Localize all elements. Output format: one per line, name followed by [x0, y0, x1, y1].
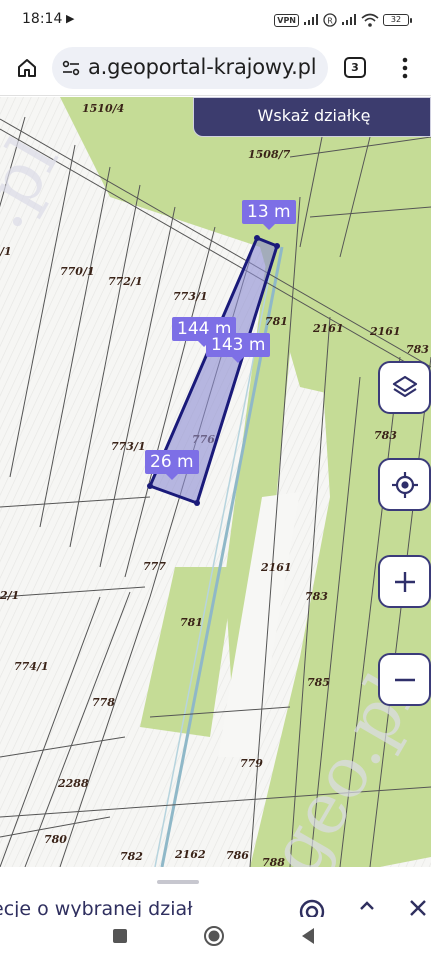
back-icon[interactable]: [300, 927, 316, 945]
parcel-label: 781: [180, 616, 203, 629]
battery-icon: 32: [383, 14, 412, 26]
parcel-label: 2161: [369, 325, 401, 338]
browser-toolbar: a.geoportal-krajowy.pl 3: [0, 40, 431, 96]
status-indicators: VPN R 32: [274, 11, 412, 29]
roaming-icon: R: [323, 13, 337, 27]
home-circle-icon[interactable]: [203, 925, 225, 947]
parcel-label: 778: [92, 696, 115, 709]
parcel-label: 772/1: [108, 275, 143, 288]
zoom-in-button[interactable]: [378, 555, 431, 608]
parcel-label: 785: [307, 676, 330, 689]
parcel-label: 781: [265, 315, 288, 328]
home-icon: [18, 59, 36, 77]
address-bar[interactable]: a.geoportal-krajowy.pl: [52, 47, 328, 89]
sheet-title: ecje o wybranej dział: [0, 898, 193, 917]
recent-apps-icon[interactable]: [112, 928, 128, 944]
parcel-label: 1510/4: [82, 102, 124, 115]
overflow-menu-icon: [402, 57, 408, 79]
signal-icon: [304, 14, 318, 25]
target-icon[interactable]: [297, 897, 327, 917]
measure-label-top: 13 m: [242, 200, 296, 230]
wifi-icon: [361, 13, 379, 27]
sheet-drag-handle[interactable]: [157, 880, 199, 884]
home-button[interactable]: [12, 53, 42, 83]
my-location-icon: [391, 471, 418, 498]
parcel-label: 782: [120, 850, 143, 863]
layers-button[interactable]: [378, 361, 431, 414]
parcel-label: 777: [143, 560, 166, 573]
parcel-label: 780: [44, 833, 67, 846]
parcel-label: 2162: [174, 848, 206, 861]
overflow-menu-button[interactable]: [394, 54, 416, 82]
parcel-label: 2161: [260, 561, 292, 574]
parcel-label: 783: [406, 343, 429, 356]
parcel-label: 783: [374, 429, 397, 442]
info-bottom-sheet[interactable]: ecje o wybranej dział: [0, 867, 431, 917]
parcel-label: 786: [226, 849, 249, 862]
vertex-handle: [274, 243, 280, 249]
measure-label-bottom: 26 m: [145, 450, 199, 480]
parcel-label: 1508/7: [248, 148, 291, 161]
system-navigation-bar: [0, 917, 431, 960]
svg-text:R: R: [327, 17, 333, 26]
status-time: 18:14: [22, 11, 63, 27]
parcel-label: /1: [0, 245, 12, 258]
zoom-out-button[interactable]: [378, 653, 431, 706]
site-settings-icon[interactable]: [61, 59, 81, 77]
parcel-label: 770/1: [60, 265, 95, 278]
select-parcel-button[interactable]: Wskaż działkę: [193, 97, 431, 137]
zoom-in-icon: [394, 571, 415, 592]
layers-icon: [392, 375, 417, 397]
url-text[interactable]: a.geoportal-krajowy.pl: [88, 55, 322, 79]
parcel-label: 773/1: [173, 290, 208, 303]
zoom-out-icon: [394, 678, 415, 681]
signal-icon-2: [342, 14, 356, 25]
measure-label-right-edge: 143 m: [206, 333, 271, 363]
parcel-label: 774/1: [14, 660, 49, 673]
cadastral-map[interactable]: .pl geo.pl 1510/4 1508/7 770/1 772/1 773…: [0, 97, 431, 867]
parcel-label: 2/1: [0, 589, 19, 602]
play-icon: ▶: [66, 12, 75, 25]
vertex-handle: [254, 235, 260, 241]
map-canvas[interactable]: .pl geo.pl 1510/4 1508/7 770/1 772/1 773…: [0, 97, 431, 867]
vertex-handle: [194, 500, 200, 506]
vertex-handle: [147, 483, 153, 489]
parcel-label: 779: [240, 757, 263, 770]
close-icon[interactable]: [407, 897, 429, 917]
status-bar: 18:14 ▶ VPN R 32: [0, 0, 431, 40]
vpn-icon: VPN: [274, 13, 299, 27]
parcel-label: 2288: [57, 777, 89, 790]
tab-switcher-button[interactable]: 3: [344, 57, 366, 78]
parcel-label: 2161: [312, 322, 344, 335]
locate-button[interactable]: [378, 458, 431, 511]
parcel-label: 788: [262, 856, 285, 867]
parcel-label: 783: [305, 590, 328, 603]
chevron-up-icon[interactable]: [357, 897, 377, 917]
parcel-label: 773/1: [111, 440, 146, 453]
